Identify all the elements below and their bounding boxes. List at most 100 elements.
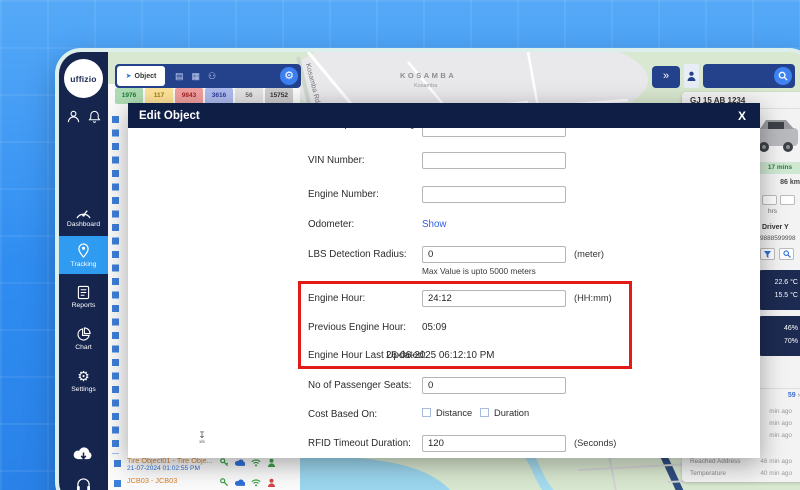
headset-icon[interactable]	[76, 478, 91, 490]
duration-checkbox-label[interactable]: Duration	[494, 408, 529, 418]
chip-stopped[interactable]: 9843	[175, 88, 203, 104]
stepper-plus[interactable]	[780, 195, 795, 205]
gear-icon[interactable]: ⚙	[280, 67, 298, 85]
sidebar-item-chart[interactable]: Chart	[59, 320, 108, 358]
distance-value: 86 km	[780, 179, 800, 186]
settings-gear-icon: ⚙	[77, 369, 90, 384]
rfid-unit-label: (Seconds)	[574, 438, 616, 448]
object-status-icons	[220, 458, 276, 467]
filter-icon[interactable]	[760, 248, 775, 260]
row-checkbox[interactable]	[114, 460, 121, 467]
wifi-icon	[251, 459, 261, 467]
object-row[interactable]: Tire Object01 - Tire Obje... 21-07-2024 …	[108, 456, 300, 476]
odometer-show-link[interactable]: Show	[422, 219, 447, 230]
driver-filter-button[interactable]	[684, 64, 699, 88]
chip-running[interactable]: 1976	[115, 88, 143, 104]
sidebar-item-dashboard[interactable]: Dashboard	[59, 198, 108, 236]
screenshot-root: { "brand": { "logo_text": "uffizio" }, "…	[0, 0, 800, 490]
hours-stepper[interactable]	[762, 195, 795, 205]
chip-nodata[interactable]: 56	[235, 88, 263, 104]
sidebar: uffizio Dashboard Tracking Reports Chart…	[59, 52, 108, 490]
person-icon[interactable]: ⚇	[208, 64, 216, 88]
lbs-max-hint: Max Value is upto 5000 meters	[422, 266, 536, 276]
search-input[interactable]	[703, 64, 795, 88]
edit-object-modal: Consumption Tolerance[+/-]: VIN Number: …	[128, 103, 760, 458]
engine-number-input[interactable]	[422, 186, 566, 203]
humidity-low: 70%	[758, 335, 798, 348]
object-name[interactable]: JCB03 - JCB03	[127, 476, 177, 485]
sidebar-item-reports[interactable]: Reports	[59, 278, 108, 316]
event-time: 40 min ago	[760, 470, 792, 477]
brand-logo[interactable]: uffizio	[64, 59, 103, 98]
export-xls-icon[interactable]: ↧ xls	[195, 431, 209, 444]
object-list-checkbox-column[interactable]	[112, 116, 119, 454]
zoom-to-icon[interactable]	[779, 248, 794, 260]
toolbar-icons: ▤ ▦ ⚇	[175, 64, 216, 88]
driver-icon	[267, 458, 276, 467]
field-label-rfid-timeout: RFID Timeout Duration:	[308, 438, 411, 449]
navigation-arrow-icon: ➤	[126, 72, 132, 80]
event-label: Temperature	[690, 470, 726, 477]
reports-icon	[77, 285, 90, 300]
engine-hour-updated-value: 26-06-2025 06:12:10 PM	[386, 350, 494, 361]
download-arrow-icon: ↧	[195, 431, 209, 439]
humidity-high: 46%	[758, 322, 798, 335]
building-icon[interactable]: ▤	[175, 64, 184, 88]
lbs-unit-label: (meter)	[574, 249, 604, 259]
status-chip-row: 1976 117 9843 3616 56 15752	[115, 88, 293, 104]
object-row[interactable]: JCB03 - JCB03	[108, 476, 300, 490]
chip-idle[interactable]: 117	[145, 88, 173, 104]
eta-badge: 17 mins	[758, 162, 800, 174]
sidebar-item-tracking[interactable]: Tracking	[59, 236, 108, 274]
map-city-label: KOSAMBA	[400, 71, 456, 80]
user-icon[interactable]	[67, 110, 80, 123]
chip-inactive[interactable]: 3616	[205, 88, 233, 104]
search-icon[interactable]	[774, 67, 792, 85]
humidity-widget: 46% 70%	[758, 316, 800, 356]
hours-label: hrs	[768, 208, 777, 215]
row-checkbox[interactable]	[114, 480, 121, 487]
vin-number-input[interactable]	[422, 152, 566, 169]
driver-name: Driver Y	[762, 224, 789, 231]
field-label-lbs-radius: LBS Detection Radius:	[308, 249, 407, 260]
tracking-icon	[77, 243, 90, 259]
field-label-cost-based-on: Cost Based On:	[308, 409, 377, 420]
object-date: 21-07-2024 01:02:55 PM	[127, 465, 200, 472]
engine-hour-input[interactable]	[422, 290, 566, 307]
chart-icon	[76, 327, 91, 342]
cloud-download-icon[interactable]	[73, 444, 94, 461]
tab-object[interactable]: ➤ Object	[117, 66, 165, 86]
dashboard-icon	[75, 206, 92, 219]
field-label-passenger-seats: No of Passenger Seats:	[308, 380, 411, 391]
field-label-vin: VIN Number:	[308, 155, 365, 166]
distance-checkbox[interactable]	[422, 408, 431, 417]
driver-icon	[267, 478, 276, 487]
chip-total[interactable]: 15752	[265, 88, 293, 104]
grid-icon[interactable]: ▦	[192, 64, 201, 88]
panel-action-buttons	[760, 248, 794, 260]
sidebar-item-settings[interactable]: ⚙ Settings	[59, 362, 108, 400]
field-label-previous-engine-hour: Previous Engine Hour:	[308, 322, 406, 333]
app-window: Kosamba Rd KOSAMBA Kosamba SA Tire Objec…	[55, 48, 800, 490]
close-icon[interactable]: X	[738, 109, 746, 123]
event-count-badge[interactable]: 59 ›	[788, 392, 800, 399]
duration-checkbox[interactable]	[480, 408, 489, 417]
map-city-sublabel: Kosamba	[414, 83, 438, 89]
modal-title: Edit Object	[139, 110, 200, 122]
distance-checkbox-label[interactable]: Distance	[436, 408, 472, 418]
stepper-minus[interactable]	[762, 195, 777, 205]
field-label-odometer: Odometer:	[308, 219, 354, 230]
rfid-timeout-input[interactable]	[422, 435, 566, 452]
passenger-seats-input[interactable]	[422, 377, 566, 394]
temp-low: 15.5 °C	[758, 289, 798, 302]
object-status-icons	[220, 478, 276, 487]
lbs-radius-input[interactable]	[422, 246, 566, 263]
temp-high: 22.6 °C	[758, 276, 798, 289]
previous-engine-hour-value: 05:09	[422, 322, 447, 333]
person-icon	[687, 71, 696, 81]
field-label-engine-hour: Engine Hour:	[308, 293, 365, 304]
bell-icon[interactable]	[88, 110, 101, 123]
expand-panel-button[interactable]: »	[652, 66, 680, 88]
edit-object-form: Consumption Tolerance[+/-]: VIN Number: …	[128, 103, 760, 458]
field-label-engine-number: Engine Number:	[308, 189, 379, 200]
